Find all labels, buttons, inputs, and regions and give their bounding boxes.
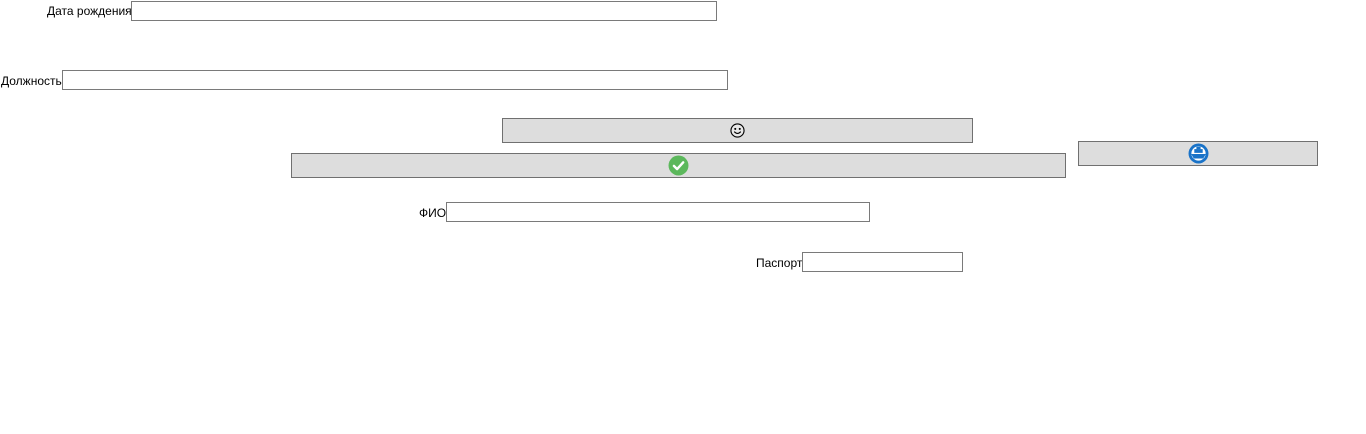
smiley-face-icon [730, 123, 745, 138]
confirm-button[interactable] [291, 153, 1066, 178]
green-checkmark-icon [668, 155, 689, 176]
full-name-label: ФИО [419, 206, 447, 220]
ship-button[interactable] [1078, 141, 1318, 166]
full-name-field[interactable] [446, 202, 870, 222]
face-button[interactable] [502, 118, 973, 143]
position-field[interactable] [62, 70, 728, 90]
position-label: Должность [1, 74, 62, 88]
birth-date-field[interactable] [131, 1, 717, 21]
birth-date-label: Дата рождения [47, 4, 132, 18]
passport-label: Паспорт [756, 256, 803, 270]
passport-field[interactable] [802, 252, 963, 272]
blue-ship-icon [1188, 143, 1208, 164]
